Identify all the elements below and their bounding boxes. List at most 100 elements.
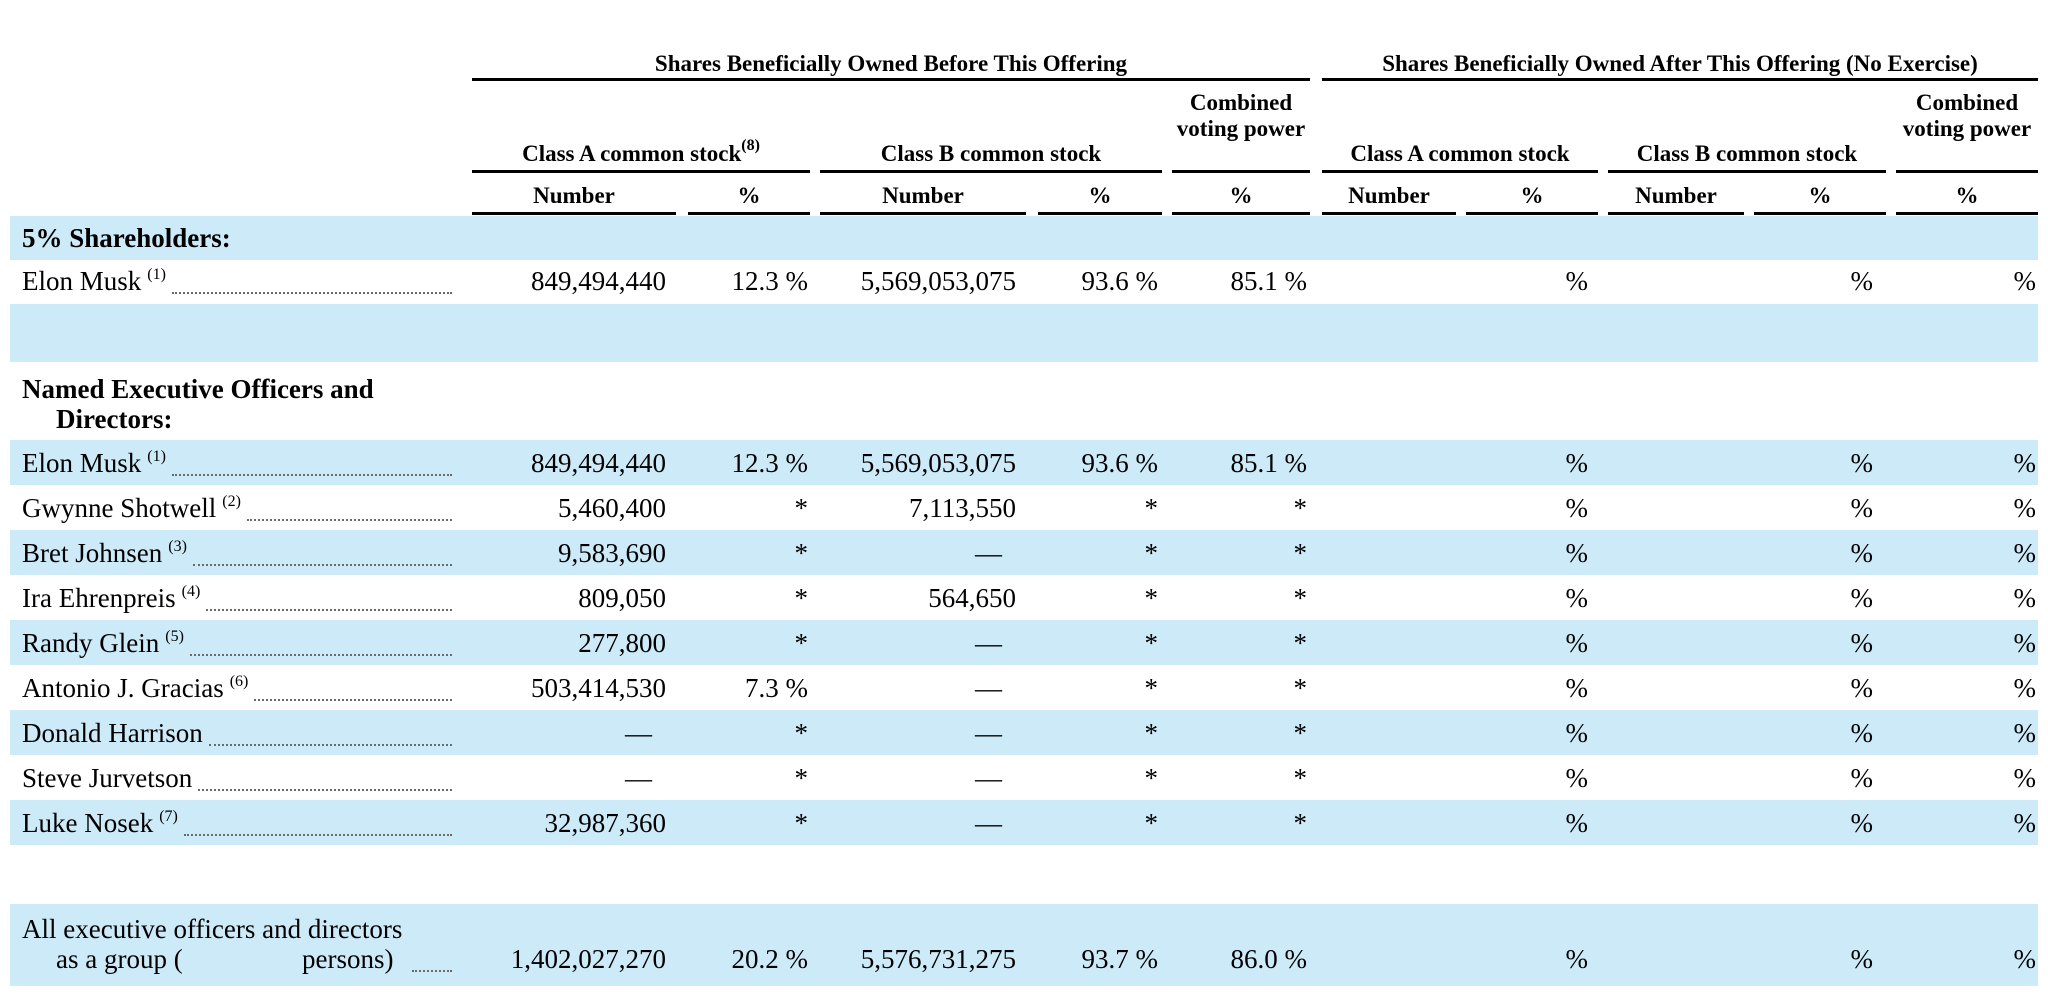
after-class-b-pct: % bbox=[1850, 673, 1874, 703]
beneficial-ownership-table: Shares Beneficially Owned Before This Of… bbox=[0, 0, 2048, 999]
header-class-a-after: Class A common stock bbox=[1350, 141, 1570, 166]
section-officers-line2: Directors: bbox=[56, 404, 173, 434]
dot-leader bbox=[193, 564, 452, 566]
row-name: Elon Musk (1) bbox=[22, 266, 166, 296]
header-pct: % bbox=[1088, 183, 1112, 208]
band-row bbox=[10, 620, 2038, 665]
after-class-a-pct: % bbox=[1565, 763, 1589, 793]
after-class-b-pct: % bbox=[1850, 628, 1874, 658]
combined-voting-pct: * bbox=[1293, 538, 1308, 568]
after-class-a-pct: % bbox=[1565, 673, 1589, 703]
after-class-a-pct: % bbox=[1565, 266, 1589, 296]
header-pct: % bbox=[1229, 183, 1253, 208]
rule bbox=[1896, 212, 2038, 215]
dot-leader bbox=[184, 834, 452, 836]
combined-voting-pct: 85.1 % bbox=[1230, 448, 1308, 478]
band-row bbox=[10, 530, 2038, 575]
after-class-a-pct: % bbox=[1565, 718, 1589, 748]
band-section-5pct bbox=[10, 216, 2038, 260]
after-class-a-pct: % bbox=[1565, 538, 1589, 568]
footnote-ref: (1) bbox=[147, 448, 166, 465]
group-after-a-pct: % bbox=[1565, 944, 1589, 974]
class-b-pct: * bbox=[1144, 538, 1159, 568]
group-b-pct: 93.7 % bbox=[1081, 944, 1159, 974]
dot-leader bbox=[198, 789, 452, 791]
group-label-line1: All executive officers and directors bbox=[22, 914, 403, 944]
class-a-pct: * bbox=[794, 493, 809, 523]
combined-voting-pct: * bbox=[1293, 583, 1308, 613]
row-name-text: Elon Musk bbox=[22, 448, 142, 478]
header-class-b-before: Class B common stock bbox=[880, 141, 1102, 166]
row-name: Elon Musk (1) bbox=[22, 448, 166, 478]
class-b-pct: * bbox=[1144, 628, 1159, 658]
band-row bbox=[10, 800, 2038, 845]
after-class-a-pct: % bbox=[1565, 808, 1589, 838]
after-class-b-pct: % bbox=[1850, 718, 1874, 748]
header-class-a-before: Class A common stock(8) bbox=[522, 137, 760, 166]
after-class-b-pct: % bbox=[1850, 538, 1874, 568]
band-row bbox=[10, 440, 2038, 485]
class-a-pct: 12.3 % bbox=[731, 266, 809, 296]
row-name: Gwynne Shotwell (2) bbox=[22, 494, 241, 522]
footnote-ref: (6) bbox=[229, 673, 249, 690]
row-name: Donald Harrison bbox=[22, 720, 203, 747]
class-a-pct: * bbox=[794, 718, 809, 748]
rule bbox=[472, 78, 1310, 81]
after-class-b-pct: % bbox=[1850, 448, 1874, 478]
footnote-ref: (4) bbox=[181, 583, 201, 600]
class-a-pct: * bbox=[794, 808, 809, 838]
class-a-number: 32,987,360 bbox=[544, 808, 667, 838]
after-class-a-pct: % bbox=[1565, 628, 1589, 658]
after-class-b-pct: % bbox=[1850, 266, 1874, 296]
row-name-text: Steve Jurvetson bbox=[22, 763, 193, 793]
combined-voting-pct: * bbox=[1293, 808, 1308, 838]
class-b-number: — bbox=[975, 673, 1002, 703]
after-class-a-pct: % bbox=[1565, 493, 1589, 523]
footnote-ref: (3) bbox=[168, 538, 187, 555]
class-a-number: 277,800 bbox=[578, 628, 666, 658]
group-a-number: 1,402,027,270 bbox=[510, 944, 666, 974]
class-b-number: — bbox=[975, 763, 1002, 793]
class-a-number: — bbox=[625, 763, 652, 793]
class-a-number: 5,460,400 bbox=[558, 493, 666, 523]
dot-leader bbox=[172, 474, 452, 476]
class-b-pct: * bbox=[1144, 673, 1159, 703]
group-label-line2a: as a group ( bbox=[56, 944, 183, 974]
class-b-number: — bbox=[975, 538, 1002, 568]
header-pct: % bbox=[737, 183, 761, 208]
class-b-pct: * bbox=[1144, 808, 1159, 838]
class-a-number: 849,494,440 bbox=[531, 266, 666, 296]
dot-leader bbox=[172, 292, 452, 294]
after-class-b-pct: % bbox=[1850, 763, 1874, 793]
rule bbox=[1322, 78, 2038, 81]
row-name: Randy Glein (5) bbox=[22, 629, 184, 657]
row-name-text: Donald Harrison bbox=[22, 718, 203, 748]
footnote-ref: (1) bbox=[147, 266, 166, 283]
class-a-pct: 12.3 % bbox=[731, 448, 809, 478]
class-a-pct: * bbox=[794, 763, 809, 793]
row-name-text: Antonio J. Gracias bbox=[22, 673, 224, 703]
row-name-text: Bret Johnsen bbox=[22, 538, 163, 568]
after-combined-voting-pct: % bbox=[2013, 718, 2037, 748]
after-class-a-pct: % bbox=[1565, 583, 1589, 613]
rule bbox=[688, 212, 810, 215]
row-name: Ira Ehrenpreis (4) bbox=[22, 583, 201, 613]
after-combined-voting-pct: % bbox=[2013, 673, 2037, 703]
class-a-pct: * bbox=[794, 538, 809, 568]
after-combined-voting-pct: % bbox=[2013, 448, 2037, 478]
header-pct: % bbox=[1955, 183, 1979, 208]
class-b-number: — bbox=[975, 718, 1002, 748]
row-name-text: Ira Ehrenpreis bbox=[22, 583, 176, 613]
after-class-b-pct: % bbox=[1850, 493, 1874, 523]
rule bbox=[1322, 212, 1456, 215]
row-name-text: Elon Musk bbox=[22, 266, 142, 296]
rule bbox=[472, 170, 810, 173]
after-class-b-pct: % bbox=[1850, 583, 1874, 613]
dot-leader bbox=[206, 609, 452, 611]
class-b-pct: 93.6 % bbox=[1081, 448, 1159, 478]
section-5pct-shareholders: 5% Shareholders: bbox=[22, 223, 231, 253]
rule bbox=[1322, 170, 1598, 173]
group-a-pct: 20.2 % bbox=[731, 944, 809, 974]
after-combined-voting-pct: % bbox=[2013, 808, 2037, 838]
header-class-b-after: Class B common stock bbox=[1636, 141, 1858, 166]
